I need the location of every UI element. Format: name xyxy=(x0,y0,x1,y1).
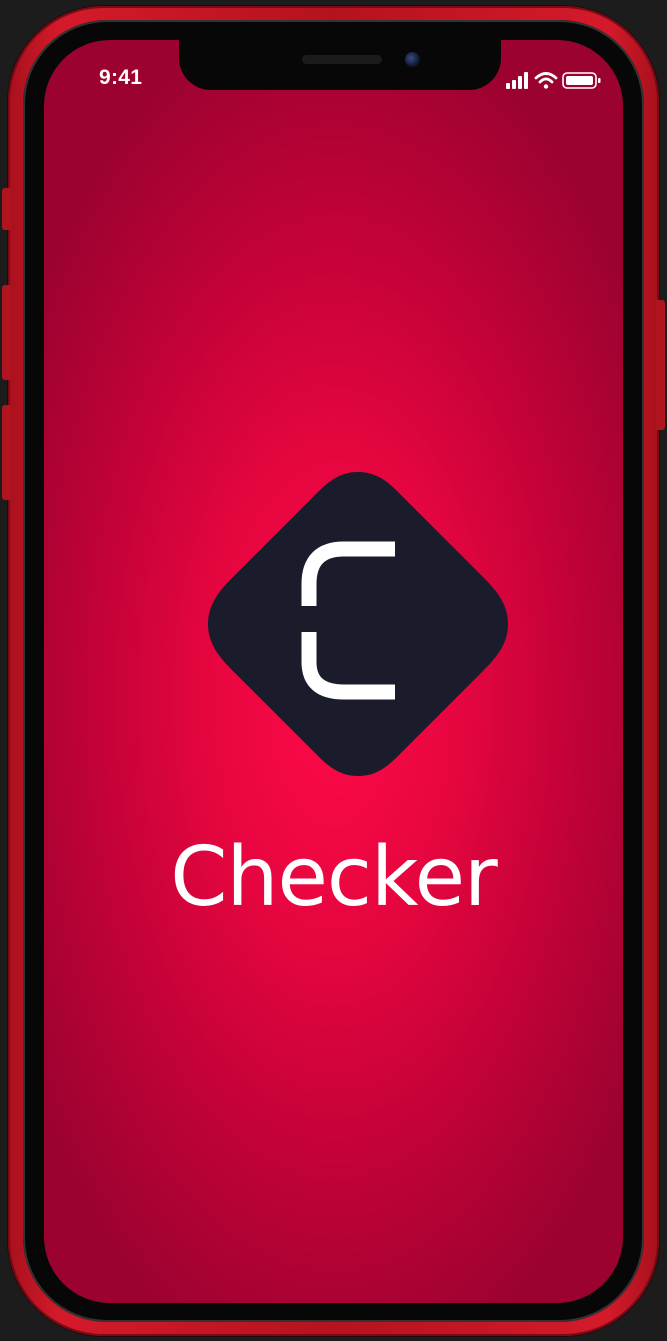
notch xyxy=(179,40,501,90)
wifi-icon xyxy=(534,72,558,89)
volume-up-button xyxy=(2,285,11,380)
status-time: 9:41 xyxy=(99,66,143,89)
logo-diamond-shape xyxy=(208,472,508,776)
cellular-signal-icon xyxy=(506,72,528,89)
speaker-grille xyxy=(302,55,382,64)
status-icons xyxy=(506,70,616,90)
device-mockup: 9:41 Checker xyxy=(0,0,667,1341)
app-name: Checker xyxy=(170,830,498,925)
volume-down-button xyxy=(2,405,11,500)
splash-screen: 9:41 Checker xyxy=(44,40,623,1303)
battery-icon xyxy=(562,72,601,89)
power-button xyxy=(656,300,665,430)
front-camera xyxy=(405,52,420,67)
app-logo xyxy=(208,472,508,776)
mute-switch xyxy=(2,188,11,230)
